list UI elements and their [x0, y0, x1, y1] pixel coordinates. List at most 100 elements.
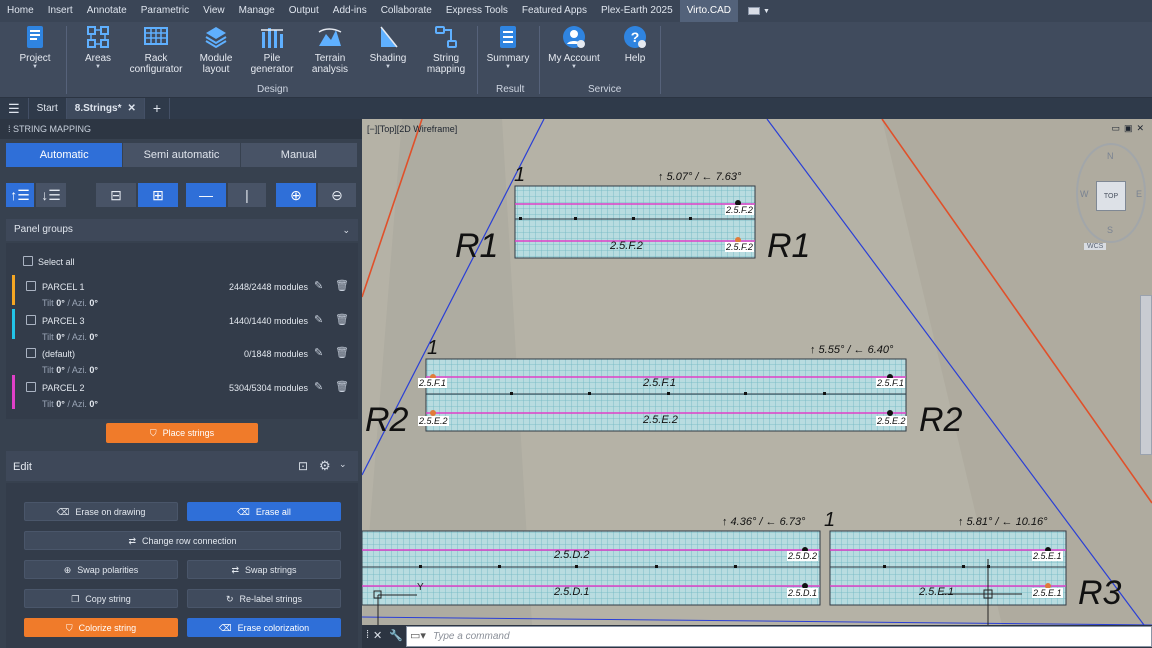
- group-checkbox[interactable]: [26, 382, 36, 392]
- tab-featured-apps[interactable]: Featured Apps: [515, 0, 594, 22]
- summary-button[interactable]: Summary ▼: [486, 24, 530, 70]
- tab-plex-earth[interactable]: Plex-Earth 2025: [594, 0, 680, 22]
- layout-b-button[interactable]: ⊞: [138, 183, 178, 207]
- tab-home[interactable]: Home: [0, 0, 41, 22]
- command-history-icon[interactable]: ▭▾: [410, 629, 426, 642]
- chevron-down-icon[interactable]: ⌄: [342, 219, 350, 241]
- group-checkbox[interactable]: [26, 281, 36, 291]
- edit-pencil-icon[interactable]: ✎: [314, 279, 323, 292]
- mode-semi-automatic-button[interactable]: Semi automatic: [123, 143, 241, 167]
- compass-n: N: [1107, 151, 1114, 161]
- edit-pencil-icon[interactable]: ✎: [314, 346, 323, 359]
- wrench-icon[interactable]: 🔧: [389, 629, 403, 642]
- string-mapping-button[interactable]: String mapping: [424, 24, 468, 75]
- terminal-marker: [575, 565, 578, 568]
- group-checkbox[interactable]: [26, 315, 36, 325]
- colorize-string-button[interactable]: ⛉ Colorize string: [24, 618, 178, 637]
- close-icon[interactable]: ✕: [373, 629, 382, 642]
- tab-start[interactable]: Start: [29, 98, 67, 119]
- select-all-checkbox[interactable]: [23, 256, 33, 266]
- pile-generator-button[interactable]: Pile generator: [250, 24, 294, 75]
- vertical-button[interactable]: |: [228, 183, 266, 207]
- viewport-controls-label[interactable]: [−][Top][2D Wireframe]: [367, 124, 457, 134]
- plus-circle-icon: ⊕: [290, 186, 302, 203]
- drawing-canvas[interactable]: [362, 119, 1152, 625]
- sort-down-button[interactable]: ↓☰: [36, 183, 66, 207]
- copy-string-button[interactable]: ❐ Copy string: [24, 589, 178, 608]
- erase-colorization-button[interactable]: ⌫ Erase colorization: [187, 618, 341, 637]
- string-label: 2.5.E.2: [643, 414, 678, 426]
- erase-on-drawing-button[interactable]: ⌫ Erase on drawing: [24, 502, 178, 521]
- grip-icon[interactable]: ⁞: [366, 629, 369, 641]
- tab-collaborate[interactable]: Collaborate: [374, 0, 439, 22]
- areas-button[interactable]: Areas ▼: [80, 24, 116, 70]
- edit-title: Edit: [13, 461, 32, 473]
- horizontal-button[interactable]: —: [186, 183, 226, 207]
- tab-drawing[interactable]: 8.Strings* ✕: [66, 98, 145, 119]
- wcs-label[interactable]: WCS: [1084, 243, 1107, 250]
- trash-icon[interactable]: 🗑: [335, 279, 349, 292]
- trash-icon[interactable]: 🗑: [335, 380, 349, 393]
- zoom-in-button[interactable]: ⊕: [276, 183, 316, 207]
- tab-manage[interactable]: Manage: [232, 0, 282, 22]
- zoom-out-button[interactable]: ⊖: [318, 183, 356, 207]
- help-button[interactable]: ? Help: [620, 24, 650, 64]
- viewcube[interactable]: TOP N W S E WCS: [1074, 139, 1150, 259]
- change-row-label: Change row connection: [141, 536, 237, 546]
- trash-icon[interactable]: 🗑: [335, 346, 349, 359]
- svg-text:?: ?: [631, 29, 640, 45]
- mode-manual-button[interactable]: Manual: [240, 143, 358, 167]
- swap-strings-button[interactable]: ⇄ Swap strings: [187, 560, 341, 579]
- string-label: 2.5.F.1: [643, 377, 676, 389]
- shading-button[interactable]: Shading ▼: [368, 24, 408, 70]
- sort-up-button[interactable]: ↑☰: [6, 183, 34, 207]
- panel-row-r3-left[interactable]: [362, 530, 821, 606]
- panel-groups-header[interactable]: Panel groups ⌄: [6, 219, 358, 241]
- tab-annotate[interactable]: Annotate: [80, 0, 134, 22]
- place-strings-button[interactable]: ⛉ Place strings: [106, 423, 258, 443]
- my-account-button[interactable]: My Account ▼: [546, 24, 602, 70]
- close-icon[interactable]: ✕: [127, 103, 135, 114]
- erase-all-label: Erase all: [255, 507, 291, 517]
- terrain-analysis-button[interactable]: Terrain analysis: [310, 24, 350, 75]
- chevron-down-icon: ▼: [32, 64, 38, 70]
- tab-parametric[interactable]: Parametric: [134, 0, 196, 22]
- tab-view[interactable]: View: [196, 0, 232, 22]
- project-button[interactable]: Project ▼: [18, 24, 52, 70]
- tab-addins[interactable]: Add-ins: [326, 0, 374, 22]
- trash-icon[interactable]: 🗑: [335, 313, 349, 326]
- string-mapping-panel: ⁞ STRING MAPPING Automatic Semi automati…: [0, 119, 362, 648]
- workspace-flag-icon[interactable]: [747, 7, 760, 15]
- tab-insert[interactable]: Insert: [41, 0, 80, 22]
- relabel-strings-button[interactable]: ↻ Re-label strings: [187, 589, 341, 608]
- change-row-connection-button[interactable]: ⇄ Change row connection: [24, 531, 341, 550]
- terminal-marker: [883, 565, 886, 568]
- string-label: 2.5.D.2: [554, 549, 590, 561]
- tab-virtocad[interactable]: Virto.CAD: [679, 0, 738, 22]
- navigation-bar[interactable]: [1140, 295, 1152, 455]
- hamburger-menu-icon[interactable]: ☰: [0, 98, 29, 119]
- row-label-r1-right: R1: [767, 227, 811, 265]
- chevron-down-icon[interactable]: ▼: [763, 8, 770, 15]
- drawing-viewport[interactable]: [−][Top][2D Wireframe] R1 R1 R2 R2 R3 1 …: [362, 119, 1152, 625]
- chevron-down-icon[interactable]: ⌄: [339, 459, 347, 470]
- summary-icon: [500, 26, 516, 48]
- new-tab-button[interactable]: +: [145, 98, 171, 119]
- tab-output[interactable]: Output: [282, 0, 326, 22]
- mode-automatic-button[interactable]: Automatic: [6, 143, 124, 167]
- viewport-window-controls[interactable]: ▭▣✕: [1111, 123, 1148, 134]
- viewcube-face-top[interactable]: TOP: [1096, 181, 1126, 211]
- group-checkbox[interactable]: [26, 348, 36, 358]
- edit-pencil-icon[interactable]: ✎: [314, 313, 323, 326]
- record-icon[interactable]: ⊡: [298, 459, 308, 473]
- command-input[interactable]: Type a command: [406, 626, 1152, 647]
- azi-label: / Azi.: [67, 332, 87, 342]
- gear-icon[interactable]: ⚙: [319, 458, 331, 474]
- module-layout-button[interactable]: Module layout: [196, 24, 236, 75]
- swap-polarities-button[interactable]: ⊕ Swap polarities: [24, 560, 178, 579]
- edit-pencil-icon[interactable]: ✎: [314, 380, 323, 393]
- erase-all-button[interactable]: ⌫ Erase all: [187, 502, 341, 521]
- layout-a-button[interactable]: ⊟: [96, 183, 136, 207]
- rack-configurator-button[interactable]: Rack configurator: [128, 24, 184, 75]
- tab-express-tools[interactable]: Express Tools: [439, 0, 515, 22]
